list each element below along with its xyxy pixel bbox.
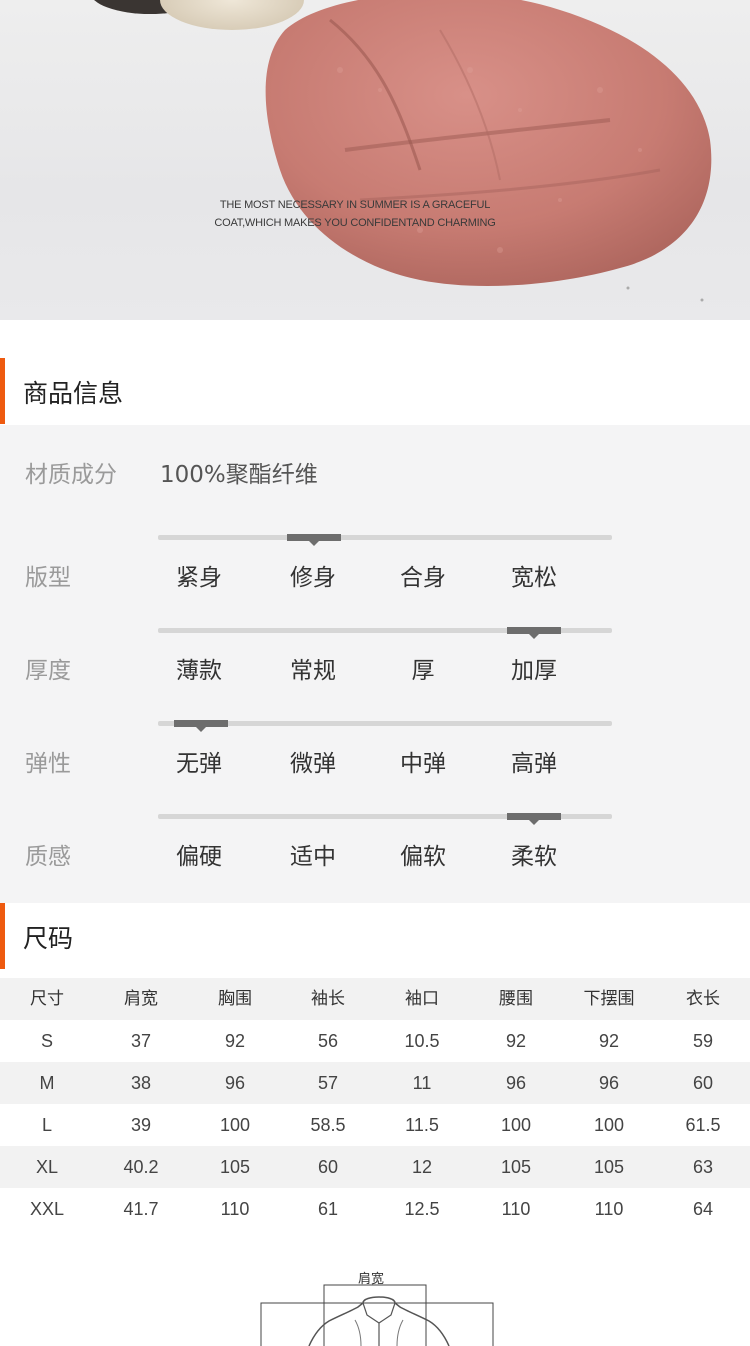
texture-option-moderate: 适中 <box>290 844 336 870</box>
size-header-cell: 袖口 <box>405 989 439 1009</box>
size-cell: 100 <box>593 1115 625 1135</box>
table-row: L 39 100 58.5 11.5 100 100 61.5 <box>0 1104 750 1146</box>
elasticity-option-none: 无弹 <box>176 751 222 777</box>
size-cell: S <box>40 1031 53 1051</box>
thickness-scale-track <box>158 627 612 639</box>
product-photo: THE MOST NECESSARY IN SUMMER IS A GRACEF… <box>0 0 750 320</box>
size-cell: 110 <box>501 1199 531 1219</box>
size-cell: 38 <box>130 1073 152 1093</box>
size-header-cell: 下摆围 <box>583 989 635 1009</box>
size-cell: 100 <box>219 1115 251 1135</box>
size-cell: 61.5 <box>685 1115 721 1135</box>
size-header-cell: 袖长 <box>311 989 345 1009</box>
fleece-coat-illustration <box>94 0 712 302</box>
size-cell: 92 <box>598 1031 620 1051</box>
product-info-header: 商品信息 <box>0 358 750 424</box>
texture-option-hard: 偏硬 <box>176 844 222 870</box>
fit-option-slim: 修身 <box>290 565 336 591</box>
garment-measurement-diagram <box>260 1284 494 1346</box>
size-cell: 11 <box>412 1073 432 1093</box>
material-label: 材质成分 <box>25 462 117 488</box>
product-info-panel: 材质成分 100%聚酯纤维 版型 紧身 修身 合身 宽松 厚度 薄款 常规 厚 … <box>0 425 750 903</box>
thickness-option-thick: 厚 <box>411 658 435 684</box>
section-accent-bar <box>0 358 5 424</box>
size-cell: 110 <box>594 1199 624 1219</box>
size-header-cell: 胸围 <box>218 989 252 1009</box>
thickness-option-extra-thick: 加厚 <box>511 658 557 684</box>
size-cell: 57 <box>317 1073 339 1093</box>
size-cell: 63 <box>692 1157 714 1177</box>
size-cell: 11.5 <box>405 1115 439 1135</box>
size-cell: 58.5 <box>310 1115 346 1135</box>
elasticity-label: 弹性 <box>25 751 71 777</box>
size-cell: 12 <box>411 1157 433 1177</box>
thickness-option-thin: 薄款 <box>176 658 222 684</box>
size-chart-header: 尺码 <box>0 903 750 969</box>
size-cell: 105 <box>593 1157 625 1177</box>
fit-label: 版型 <box>25 565 71 591</box>
size-cell: 60 <box>692 1073 714 1093</box>
elasticity-scale-track <box>158 720 612 732</box>
table-row: XL 40.2 105 60 12 105 105 63 <box>0 1146 750 1188</box>
table-row: S 37 92 56 10.5 92 92 59 <box>0 1020 750 1062</box>
fit-scale-track <box>158 534 612 546</box>
section-accent-bar <box>0 903 5 969</box>
thickness-scale-marker <box>507 627 561 639</box>
size-cell: 100 <box>500 1115 532 1135</box>
thickness-label: 厚度 <box>25 658 71 684</box>
table-row: M 38 96 57 11 96 96 60 <box>0 1062 750 1104</box>
size-cell: 96 <box>224 1073 246 1093</box>
hero-caption-line-1: THE MOST NECESSARY IN SUMMER IS A GRACEF… <box>219 199 491 211</box>
size-cell: 12.5 <box>404 1199 440 1219</box>
elasticity-option-slight: 微弹 <box>290 751 336 777</box>
texture-option-very-soft: 柔软 <box>511 844 557 870</box>
elasticity-option-high: 高弹 <box>511 751 557 777</box>
size-header-cell: 肩宽 <box>124 989 158 1009</box>
size-header-cell: 衣长 <box>686 989 720 1009</box>
size-cell: M <box>39 1073 55 1093</box>
size-table-header-row: 尺寸 肩宽 胸围 袖长 袖口 腰围 下摆围 衣长 <box>0 978 750 1020</box>
size-cell: 59 <box>692 1031 714 1051</box>
size-cell: 56 <box>317 1031 339 1051</box>
material-value: 100%聚酯纤维 <box>160 462 318 488</box>
fit-option-regular: 合身 <box>400 565 446 591</box>
texture-scale-marker <box>507 813 561 825</box>
size-cell: 61 <box>317 1199 339 1219</box>
fit-option-loose: 宽松 <box>511 565 557 591</box>
product-info-title: 商品信息 <box>23 379 124 408</box>
size-cell: 64 <box>692 1199 714 1219</box>
table-row: XXL 41.7 110 61 12.5 110 110 64 <box>0 1188 750 1230</box>
size-cell: 10.5 <box>404 1031 440 1051</box>
size-cell: 92 <box>505 1031 527 1051</box>
size-cell: 96 <box>598 1073 620 1093</box>
size-cell: 39 <box>130 1115 152 1135</box>
size-cell: 96 <box>505 1073 527 1093</box>
thickness-option-normal: 常规 <box>290 658 336 684</box>
size-cell: 105 <box>500 1157 532 1177</box>
size-cell: 40.2 <box>123 1157 159 1177</box>
size-header-cell: 尺寸 <box>30 989 64 1009</box>
size-cell: XL <box>35 1157 59 1177</box>
size-cell: XXL <box>29 1199 65 1219</box>
size-cell: 92 <box>224 1031 246 1051</box>
size-cell: 41.7 <box>123 1199 159 1219</box>
hero-caption-line-2: COAT,WHICH MAKES YOU CONFIDENTAND CHARMI… <box>214 217 496 229</box>
size-table: 尺寸 肩宽 胸围 袖长 袖口 腰围 下摆围 衣长 S 37 92 56 10.5… <box>0 978 750 1230</box>
texture-scale-track <box>158 813 612 825</box>
elasticity-option-medium: 中弹 <box>400 751 446 777</box>
size-cell: 105 <box>219 1157 251 1177</box>
size-chart-title: 尺码 <box>23 924 74 953</box>
size-cell: 37 <box>130 1031 152 1051</box>
texture-label: 质感 <box>25 844 71 870</box>
size-cell: 110 <box>220 1199 250 1219</box>
size-header-cell: 腰围 <box>499 989 533 1009</box>
size-cell: 60 <box>317 1157 339 1177</box>
fit-option-tight: 紧身 <box>176 565 222 591</box>
texture-option-soft: 偏软 <box>400 844 446 870</box>
elasticity-scale-marker <box>174 720 228 732</box>
fit-scale-marker <box>287 534 341 546</box>
size-cell: L <box>41 1115 52 1135</box>
